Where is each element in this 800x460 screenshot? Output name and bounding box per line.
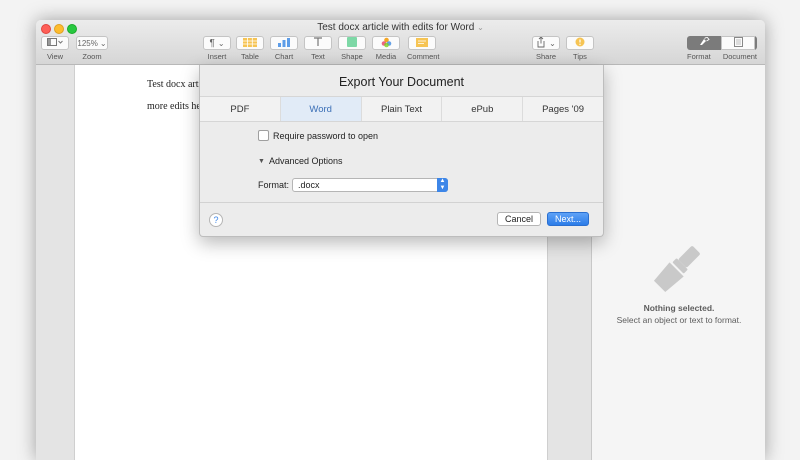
cancel-button[interactable]: Cancel [497,212,541,226]
shape-icon [347,37,357,49]
format-label: Format [687,52,711,61]
disclosure-triangle-icon[interactable]: ▼ [258,158,265,165]
insert-label: Insert [207,52,227,61]
text-label: Text [311,52,325,61]
format-tab-button[interactable] [687,36,721,50]
tips-control: Tips [566,36,594,61]
tab-word[interactable]: Word [280,97,362,121]
require-password-row: Require password to open [258,130,378,141]
document-line[interactable]: more edits he [147,101,201,112]
require-password-checkbox[interactable] [258,130,269,141]
next-button[interactable]: Next... [547,212,589,226]
document-tab-button[interactable] [721,36,755,50]
nothing-selected-title: Nothing selected. [643,303,715,313]
tab-pdf[interactable]: PDF [200,97,281,121]
tab-epub[interactable]: ePub [442,97,524,121]
require-password-label[interactable]: Require password to open [273,131,378,141]
tab-plain-text[interactable]: Plain Text [362,97,443,121]
sidebar-icon [47,38,63,48]
up-down-chevron-icon[interactable]: ▲ ▼ [437,178,448,192]
document-line[interactable]: Test docx arti [147,79,201,90]
bar-chart-icon [278,37,290,49]
zoom-select[interactable]: 125% ⌄ [76,36,108,50]
chart-label: Chart [274,52,294,61]
comment-icon [416,37,428,49]
toolbar: Test docx article with edits for Word ⌄ … [36,20,765,65]
chart-control: Chart [270,36,298,61]
inspector-segmented-control [687,36,757,50]
export-dialog: Export Your Document PDF Word Plain Text… [199,65,604,237]
advanced-options-label[interactable]: Advanced Options [269,156,343,166]
media-button[interactable] [372,36,400,50]
paintbrush-icon [699,36,710,49]
chevron-down-icon: ⌄ [217,38,225,48]
shape-button[interactable] [338,36,366,50]
share-button[interactable]: ⌄ [532,35,560,50]
zoom-control: 125% ⌄ Zoom [76,36,108,61]
comment-control: Comment [407,36,440,61]
view-button[interactable] [41,36,69,50]
chevron-down-icon: ⌄ [549,38,556,48]
shape-label: Shape [341,52,363,61]
nothing-selected-hint: Select an object or text to format. [616,315,742,325]
comment-label: Comment [407,52,440,61]
tab-pages-09[interactable]: Pages '09 [523,97,603,121]
window-title-text: Test docx article with edits for Word [317,22,475,33]
paintbrush-icon [650,240,706,299]
table-icon [243,37,257,49]
text-box-icon [313,37,323,49]
chart-button[interactable] [270,36,298,50]
comment-button[interactable] [408,36,436,50]
window-title[interactable]: Test docx article with edits for Word ⌄ [36,22,765,33]
insert-button[interactable]: ¶ ⌄ [203,36,231,50]
text-button[interactable] [304,36,332,50]
view-label: View [46,52,64,61]
photos-icon [381,37,392,50]
inspector-switch: Format Document [687,36,757,61]
view-control: View [41,36,69,61]
divider [200,202,603,203]
share-control: ⌄ Share [532,35,560,61]
tips-button[interactable] [566,36,594,50]
document-icon [733,36,743,50]
chevron-down-icon: ⌄ [99,38,107,48]
table-control: Table [236,36,264,61]
media-control: Media [372,36,400,61]
dialog-title: Export Your Document [338,75,465,89]
format-select[interactable]: .docx ▲ ▼ [292,178,448,192]
text-control: Text [304,36,332,61]
table-label: Table [241,52,259,61]
share-label: Share [535,52,556,61]
tips-label: Tips [573,52,587,61]
export-format-tabs: PDF Word Plain Text ePub Pages '09 [200,96,603,122]
zoom-label: Zoom [82,52,102,61]
chevron-down-icon: ⌄ [477,23,484,32]
media-label: Media [375,52,397,61]
insert-control: ¶ ⌄ Insert [203,36,231,61]
table-button[interactable] [236,36,264,50]
share-icon [536,35,546,50]
tips-icon [575,37,585,49]
format-inspector: Nothing selected. Select an object or te… [591,65,765,460]
help-button[interactable]: ? [209,213,223,227]
format-select-value: .docx [298,180,320,190]
advanced-options-disclosure[interactable]: ▼ Advanced Options [258,156,342,166]
shape-control: Shape [338,36,366,61]
paragraph-icon: ¶ [209,37,215,49]
zoom-value: 125% [77,38,98,48]
document-label: Document [722,52,757,61]
format-field-label: Format: [258,180,290,190]
